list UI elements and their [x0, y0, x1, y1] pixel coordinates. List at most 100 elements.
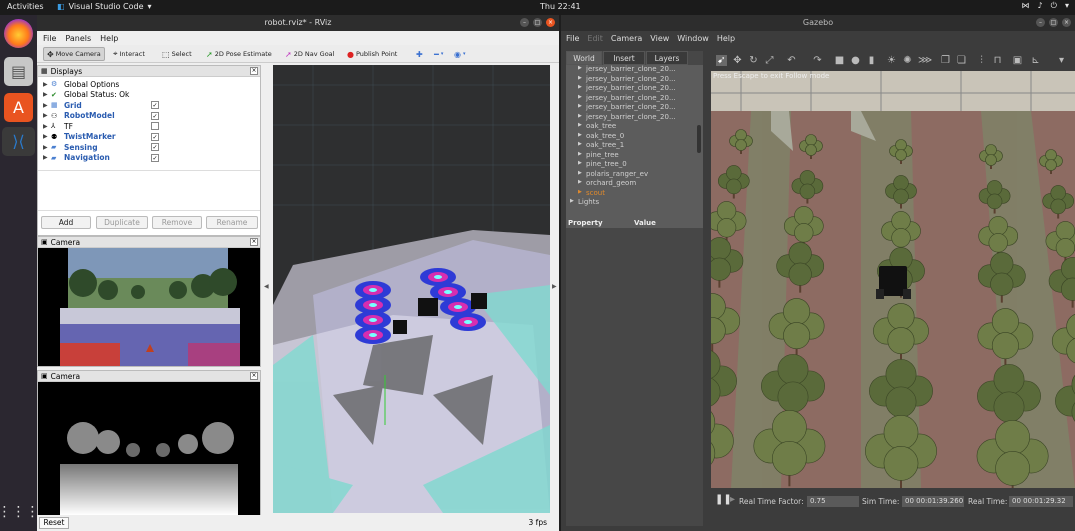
tree-item[interactable]: ▶ orchard_geom: [566, 179, 696, 189]
menu-file[interactable]: File: [566, 34, 579, 43]
tree-item[interactable]: ▶ jersey_barrier_clone_20...: [566, 84, 696, 94]
add-button[interactable]: Add: [41, 216, 91, 229]
display-checkbox[interactable]: ✓: [151, 132, 159, 141]
tree-item[interactable]: ▶ oak_tree_0: [566, 132, 696, 142]
add-tool-button[interactable]: ✚: [413, 47, 426, 61]
display-item-grid[interactable]: ▶ ▦ Grid ✓: [38, 100, 262, 111]
menu-window[interactable]: Window: [677, 34, 709, 43]
interact-tool[interactable]: ⌖ Interact: [110, 47, 148, 61]
cylinder-icon[interactable]: ▮: [866, 55, 877, 66]
tab-insert[interactable]: Insert: [603, 51, 645, 65]
expand-arrow-icon[interactable]: ▶: [43, 123, 48, 130]
display-checkbox[interactable]: ✓: [151, 111, 159, 120]
tree-item[interactable]: ▶ oak_tree_1: [566, 141, 696, 151]
pose-estimate-tool[interactable]: ➚ 2D Pose Estimate: [203, 47, 275, 61]
maximize-icon[interactable]: □: [533, 18, 542, 27]
screenshot-icon[interactable]: ▣: [1012, 55, 1023, 66]
tree-item[interactable]: ▶ jersey_barrier_clone_20...: [566, 94, 696, 104]
translate-icon[interactable]: ✥: [732, 55, 743, 66]
point-light-icon[interactable]: ✺: [902, 55, 913, 66]
rgb-camera-view[interactable]: [38, 248, 260, 366]
reset-button[interactable]: Reset: [39, 517, 69, 529]
tree-item[interactable]: ▶ jersey_barrier_clone_20...: [566, 103, 696, 113]
close-icon[interactable]: ×: [546, 18, 555, 27]
display-item-sensing[interactable]: ▶ ▰ Sensing ✓: [38, 142, 262, 153]
scale-icon[interactable]: ⤢: [764, 55, 775, 66]
tree-item[interactable]: ▶ pine_tree_0: [566, 160, 696, 170]
close-icon[interactable]: ×: [250, 238, 258, 246]
plot-icon[interactable]: ⊾: [1030, 55, 1041, 66]
menu-file[interactable]: File: [43, 34, 56, 43]
app-menu[interactable]: ◧ Visual Studio Code ▾: [57, 2, 152, 11]
expand-arrow-icon[interactable]: ▶: [43, 81, 48, 88]
paste-icon[interactable]: ❏: [956, 55, 967, 66]
copy-icon[interactable]: ❐: [940, 55, 951, 66]
activities-button[interactable]: Activities: [7, 2, 44, 11]
right-splitter[interactable]: ▶: [550, 65, 559, 513]
tree-item[interactable]: ▶ polaris_ranger_ev: [566, 170, 696, 180]
step-icon[interactable]: ▸: [730, 494, 735, 505]
menu-view[interactable]: View: [650, 34, 669, 43]
vscode-icon[interactable]: ⟩⟨: [2, 127, 35, 156]
maximize-icon[interactable]: □: [1049, 18, 1058, 27]
tab-world[interactable]: World: [566, 51, 602, 65]
tree-item[interactable]: ▶ jersey_barrier_clone_20...: [566, 65, 696, 75]
clock[interactable]: Thu 22:41: [540, 2, 581, 11]
expand-arrow-icon[interactable]: ▶: [43, 133, 48, 140]
tab-layers[interactable]: Layers: [646, 51, 688, 65]
menu-camera[interactable]: Camera: [611, 34, 642, 43]
redo-icon[interactable]: ↷: [812, 55, 823, 66]
rotate-icon[interactable]: ↻: [748, 55, 759, 66]
menu-help[interactable]: Help: [717, 34, 735, 43]
menu-edit[interactable]: Edit: [587, 34, 603, 43]
software-center-icon[interactable]: A: [4, 93, 33, 122]
undo-icon[interactable]: ↶: [786, 55, 797, 66]
display-checkbox[interactable]: ✓: [151, 101, 159, 110]
tree-item[interactable]: ▶ jersey_barrier_clone_20...: [566, 113, 696, 123]
box-icon[interactable]: ■: [834, 55, 845, 66]
files-icon[interactable]: ▤: [4, 57, 33, 86]
system-tray[interactable]: ⋈ ♪ ⏻ ▾: [1022, 1, 1069, 11]
tree-item[interactable]: ▶ oak_tree: [566, 122, 696, 132]
show-apps-icon[interactable]: ⋮⋮⋮: [0, 497, 40, 526]
display-item-global-status[interactable]: ▶ ✔ Global Status: Ok: [38, 90, 262, 101]
tree-item-lights[interactable]: ▶ Lights: [566, 198, 696, 208]
rename-button[interactable]: Rename: [206, 216, 258, 229]
firefox-icon[interactable]: [4, 19, 33, 48]
expand-arrow-icon[interactable]: ▶: [43, 144, 48, 151]
close-icon[interactable]: ×: [250, 372, 258, 380]
duplicate-button[interactable]: Duplicate: [96, 216, 148, 229]
spot-light-icon[interactable]: ⋙: [918, 55, 932, 66]
expand-arrow-icon[interactable]: ▶: [43, 112, 48, 119]
display-item-global-options[interactable]: ▶ ⚙ Global Options: [38, 79, 262, 90]
move-camera-tool[interactable]: ✥ Move Camera: [43, 47, 105, 61]
tree-item-selected[interactable]: ▶ scout: [566, 189, 696, 199]
display-item-twistmarker[interactable]: ▶ ⚉ TwistMarker ✓: [38, 132, 262, 143]
rviz-3d-view[interactable]: [273, 65, 550, 513]
gazebo-titlebar[interactable]: Gazebo – □ ×: [561, 15, 1075, 31]
camera-type-button[interactable]: ◉ ▾: [451, 47, 469, 61]
menu-help[interactable]: Help: [100, 34, 118, 43]
publish-point-tool[interactable]: ● Publish Point: [344, 47, 400, 61]
display-checkbox[interactable]: ✓: [151, 143, 159, 152]
select-mode-icon[interactable]: ➹: [716, 55, 727, 66]
align-icon[interactable]: ⫶: [976, 55, 987, 66]
sun-light-icon[interactable]: ☀: [886, 55, 897, 66]
close-icon[interactable]: ×: [1062, 18, 1071, 27]
rviz-titlebar[interactable]: robot.rviz* - RViz – □ ×: [37, 15, 559, 31]
display-checkbox[interactable]: ✓: [151, 153, 159, 162]
depth-camera-view[interactable]: [38, 382, 260, 515]
tree-item[interactable]: ▶ pine_tree: [566, 151, 696, 161]
close-icon[interactable]: ×: [250, 67, 258, 75]
nav-goal-tool[interactable]: ➚ 2D Nav Goal: [282, 47, 337, 61]
minimize-icon[interactable]: –: [1036, 18, 1045, 27]
snap-icon[interactable]: ⊓: [992, 55, 1003, 66]
display-item-navigation[interactable]: ▶ ▰ Navigation ✓: [38, 153, 262, 164]
remove-tool-button[interactable]: ━ ▾: [431, 47, 446, 61]
select-tool[interactable]: ⬚ Select: [159, 47, 195, 61]
menu-panels[interactable]: Panels: [65, 34, 91, 43]
sphere-icon[interactable]: ●: [850, 55, 861, 66]
display-checkbox[interactable]: [151, 122, 159, 131]
expand-arrow-icon[interactable]: ▶: [43, 154, 48, 161]
left-splitter[interactable]: ◀: [261, 65, 273, 513]
